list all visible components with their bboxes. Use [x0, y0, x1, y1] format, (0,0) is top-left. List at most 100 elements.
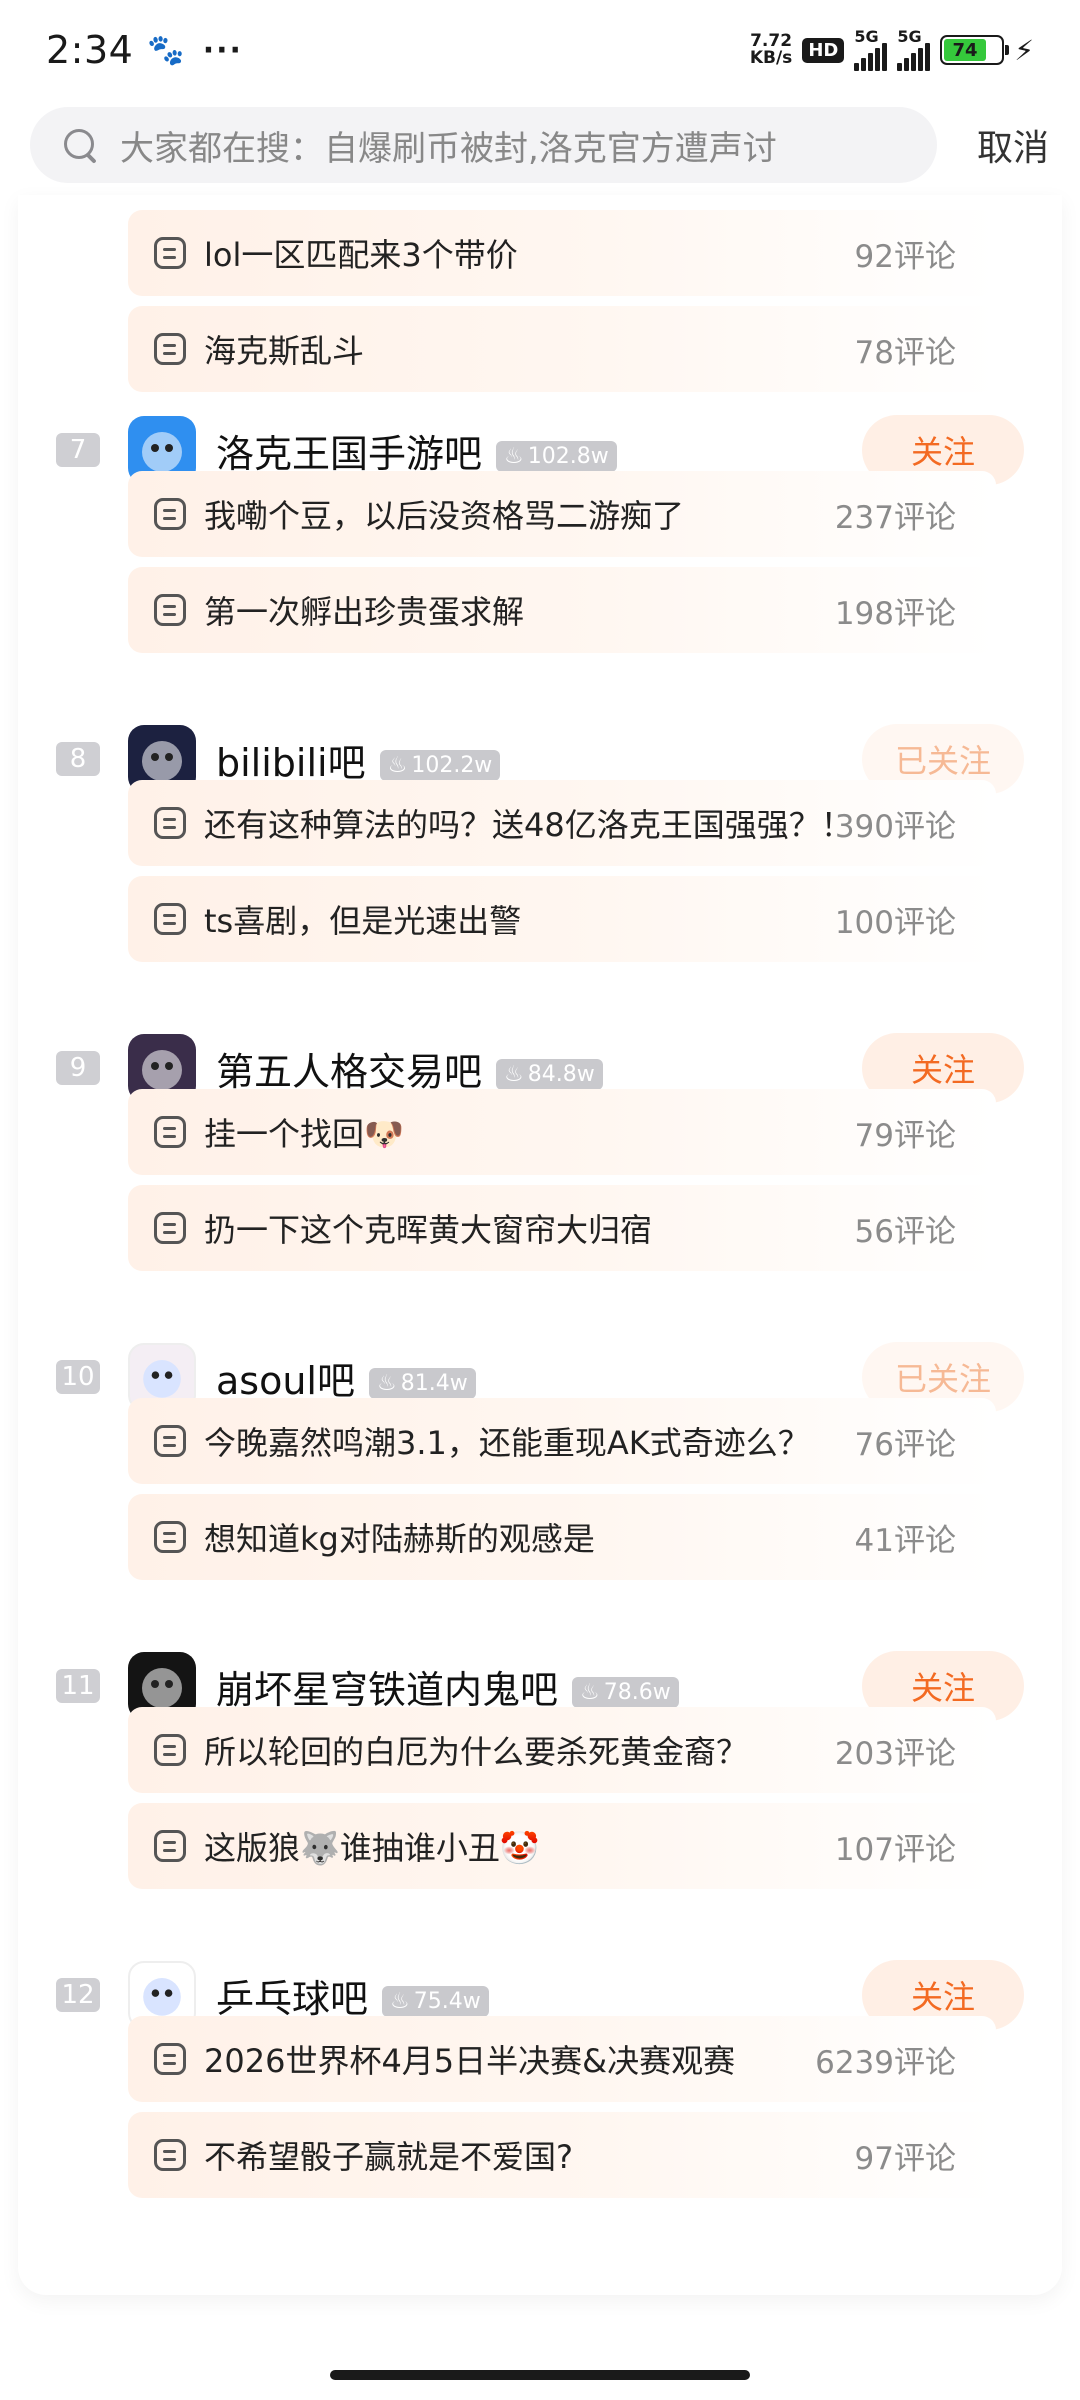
rank-badge: 9	[56, 1051, 100, 1085]
post-title: 海克斯乱斗	[204, 332, 365, 370]
search-row: 大家都在搜：自爆刷币被封,洛克官方遭声讨 取消	[0, 105, 1080, 185]
post-icon	[154, 2043, 186, 2075]
signal-bar	[861, 58, 867, 71]
post-comment-count: 56评论	[854, 1213, 956, 1250]
heat-value: 102.8w	[527, 443, 609, 469]
search-placeholder: 大家都在搜：自爆刷币被封,洛克官方遭声讨	[120, 128, 777, 169]
signal-icon-2: 5G	[897, 27, 931, 71]
post-comment-count: 92评论	[854, 238, 956, 275]
post-title: 我嘞个豆，以后没资格骂二游痴了	[204, 497, 685, 535]
post-row[interactable]: 第一次孵出珍贵蛋求解 198评论	[128, 567, 996, 653]
post-title: 还有这种算法的吗？送48亿洛克王国强强？！	[204, 806, 835, 844]
heat-badge: ♨ 75.4w	[382, 1985, 489, 2017]
baidu-paw-icon: 🐾	[147, 32, 185, 68]
rank-badge: 12	[56, 1978, 100, 2012]
flame-icon: ♨	[580, 1679, 600, 1705]
forum-name[interactable]: 崩坏星穹铁道内鬼吧 ♨ 78.6w	[216, 1659, 679, 1714]
post-row[interactable]: 不希望骰子赢就是不爱国? 97评论	[128, 2112, 996, 2198]
post-comment-count: 203评论	[834, 1735, 956, 1772]
home-indicator[interactable]	[330, 2370, 750, 2380]
heat-badge: ♨ 102.2w	[379, 749, 501, 781]
post-title: ts喜剧，但是光速出警	[204, 902, 522, 940]
post-comment-count: 41评论	[854, 1522, 956, 1559]
signal-bar	[897, 63, 903, 71]
forum-name-text: 洛克王国手游吧	[216, 431, 483, 476]
post-row[interactable]: 今晚嘉然鸣潮3.1，还能重现AK式奇迹么？ 76评论	[128, 1398, 996, 1484]
flame-icon: ♨	[504, 1061, 524, 1087]
heat-badge: ♨ 78.6w	[572, 1676, 679, 1708]
heat-value: 81.4w	[400, 1370, 468, 1396]
post-icon	[154, 1830, 186, 1862]
post-icon	[154, 1425, 186, 1457]
post-title: 扔一下这个克晖黄大窗帘大归宿	[204, 1211, 653, 1249]
search-input[interactable]: 大家都在搜：自爆刷币被封,洛克官方遭声讨	[30, 107, 937, 183]
heat-badge: ♨ 84.8w	[496, 1058, 603, 1090]
cancel-button[interactable]: 取消	[977, 119, 1049, 171]
post-icon	[154, 333, 186, 365]
post-icon	[154, 1734, 186, 1766]
post-row[interactable]: lol一区匹配来3个带价 92评论	[128, 210, 996, 296]
flame-icon: ♨	[504, 443, 524, 469]
forum-ranking-card: lol一区匹配来3个带价 92评论 海克斯乱斗 78评论 7 洛克王国手游吧 ♨ 10…	[18, 195, 1062, 2295]
flame-icon: ♨	[376, 1370, 397, 1396]
post-row[interactable]: 扔一下这个克晖黄大窗帘大归宿 56评论	[128, 1185, 996, 1271]
signal-bar	[854, 63, 860, 71]
forum-name[interactable]: 第五人格交易吧 ♨ 84.8w	[216, 1041, 603, 1096]
heat-value: 84.8w	[527, 1061, 595, 1087]
post-row[interactable]: ts喜剧，但是光速出警 100评论	[128, 876, 996, 962]
post-row[interactable]: 2026世界杯4月5日半决赛&决赛观赛 6239评论	[128, 2016, 996, 2102]
forum-name[interactable]: asoul吧 ♨ 81.4w	[216, 1350, 476, 1405]
signal-icon-1: 5G	[854, 27, 888, 71]
post-icon	[154, 1116, 186, 1148]
signal-bar	[882, 43, 888, 71]
post-icon	[154, 2139, 186, 2171]
post-comment-count: 390评论	[834, 808, 956, 845]
post-icon	[154, 594, 186, 626]
signal-bar	[875, 48, 881, 71]
post-title: 不希望骰子赢就是不爱国?	[204, 2138, 573, 2176]
post-icon	[154, 903, 186, 935]
post-title: 挂一个找回🐶	[204, 1115, 404, 1153]
signal-bar	[868, 53, 874, 71]
post-comment-count: 6239评论	[815, 2044, 956, 2081]
post-comment-count: 107评论	[834, 1831, 956, 1868]
network-speed-unit: KB/s	[749, 48, 793, 68]
post-row[interactable]: 还有这种算法的吗？送48亿洛克王国强强？！ 390评论	[128, 780, 996, 866]
heat-value: 102.2w	[411, 752, 493, 778]
post-comment-count: 97评论	[854, 2140, 956, 2177]
rank-badge: 8	[56, 742, 100, 776]
status-time: 2:34	[46, 28, 134, 72]
post-row[interactable]: 想知道kg对陆赫斯的观感是 41评论	[128, 1494, 996, 1580]
network-speed: 7.72 KB/s	[750, 33, 792, 67]
post-comment-count: 237评论	[834, 499, 956, 536]
rank-badge: 7	[56, 433, 100, 467]
post-row[interactable]: 海克斯乱斗 78评论	[128, 306, 996, 392]
forum-name-text: bilibili吧	[216, 740, 366, 785]
status-left: 2:34 🐾 ···	[46, 28, 243, 72]
post-icon	[154, 1212, 186, 1244]
post-icon	[154, 807, 186, 839]
forum-name-text: 乒乓球吧	[216, 1976, 369, 2021]
post-icon	[154, 498, 186, 530]
post-row[interactable]: 我嘞个豆，以后没资格骂二游痴了 237评论	[128, 471, 996, 557]
post-row[interactable]: 挂一个找回🐶 79评论	[128, 1089, 996, 1175]
network-type-label: 5G	[897, 27, 922, 46]
forum-name[interactable]: 乒乓球吧 ♨ 75.4w	[216, 1968, 489, 2023]
rank-badge: 11	[56, 1669, 100, 1703]
post-title: 想知道kg对陆赫斯的观感是	[204, 1520, 595, 1558]
post-icon	[154, 237, 186, 269]
post-title: 所以轮回的白厄为什么要杀死黄金裔？	[204, 1733, 749, 1771]
status-right: 7.72 KB/s HD 5G 5G 74 ⚡	[750, 27, 1034, 71]
forum-name[interactable]: bilibili吧 ♨ 102.2w	[216, 732, 501, 787]
post-row[interactable]: 所以轮回的白厄为什么要杀死黄金裔？ 203评论	[128, 1707, 996, 1793]
more-notifications-icon: ···	[202, 32, 243, 68]
post-row[interactable]: 这版狼🐺谁抽谁小丑🤡 107评论	[128, 1803, 996, 1889]
post-comment-count: 100评论	[834, 904, 956, 941]
heat-badge: ♨ 81.4w	[368, 1367, 476, 1399]
charging-icon: ⚡	[1014, 33, 1034, 67]
forum-name[interactable]: 洛克王国手游吧 ♨ 102.8w	[216, 423, 617, 478]
battery-icon: 74	[940, 35, 1010, 65]
post-comment-count: 76评论	[854, 1426, 956, 1463]
post-title: lol一区匹配来3个带价	[204, 236, 518, 274]
post-icon	[154, 1521, 186, 1553]
